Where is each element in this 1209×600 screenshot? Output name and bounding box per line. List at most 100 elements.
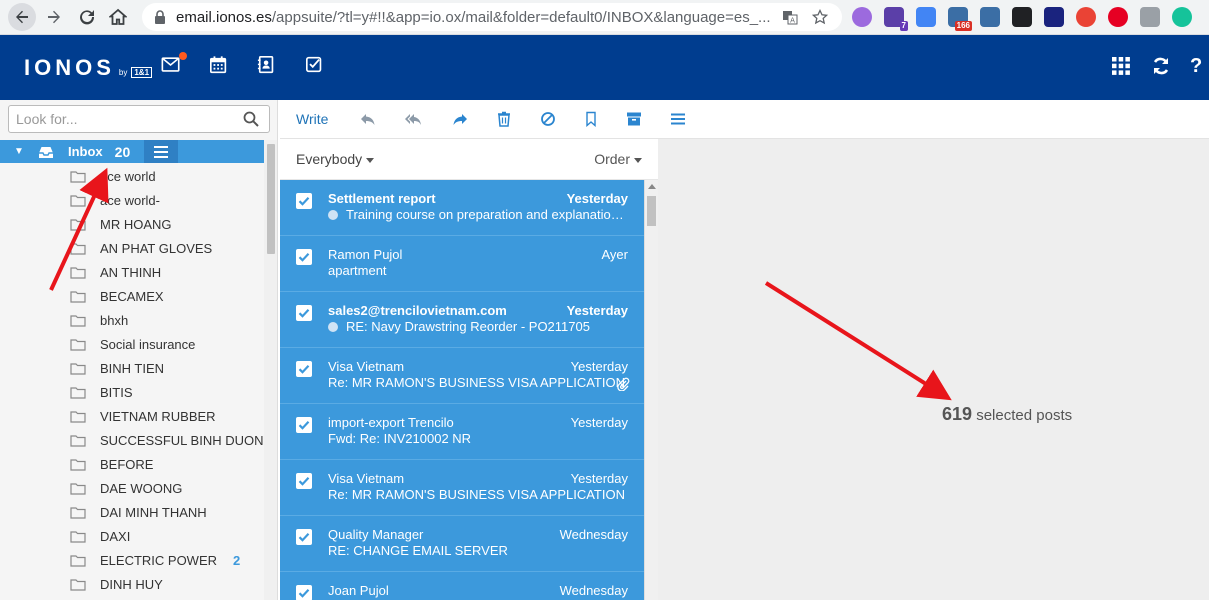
folder-item[interactable]: Social insurance [70,332,195,356]
mail-row[interactable]: Visa Vietnam Yesterday Re: MR RAMON'S BUSI… [280,348,644,404]
sort-dropdown[interactable]: Order [594,151,642,167]
mail-subject: Re: MR RAMON'S BUSINESS VISA APPLICATION [328,375,628,390]
back-button[interactable] [8,3,36,31]
notification-dot [179,52,187,60]
folder-menu-button[interactable] [144,140,179,163]
folder-item[interactable]: BECAMEX [70,284,164,308]
folder-item[interactable]: DINH HUY [70,572,163,596]
app-header: IONOS by 1&1 ? [0,35,1209,100]
select-checkbox[interactable] [296,361,312,377]
search-input[interactable]: Look for... [8,105,270,133]
folder-item[interactable]: AN PHAT GLOVES [70,236,212,260]
folder-inbox[interactable]: ▼ Inbox 20 [0,140,264,163]
reply-icon[interactable] [360,111,376,127]
folder-label: BINH TIEN [100,360,165,376]
ext-translate-icon[interactable] [916,7,936,27]
folder-item[interactable]: ace world [70,164,156,188]
folder-item[interactable]: MR HOANG [70,212,172,236]
reply-all-icon[interactable] [405,111,421,127]
more-menu-icon[interactable] [671,111,687,127]
filter-dropdown[interactable]: Everybody [296,151,375,167]
folder-icon [70,290,86,303]
delete-icon[interactable] [496,111,512,127]
flag-icon[interactable] [583,111,599,127]
mail-row[interactable]: Ramon Pujol Ayer apartment [280,236,644,292]
mail-row[interactable]: sales2@trencilovietnam.com Yesterday RE: N… [280,292,644,348]
scrollbar-thumb[interactable] [647,196,656,226]
forward-icon[interactable] [452,111,468,127]
mail-subject: RE: CHANGE EMAIL SERVER [328,543,628,558]
bookmark-star-icon[interactable] [811,8,829,25]
ext-mail-counter-icon[interactable]: 166 [948,7,972,31]
folder-item[interactable]: VIETNAM RUBBER [70,404,216,428]
ext-pinterest-icon[interactable] [1108,7,1128,27]
mail-row[interactable]: Joan Pujol Wednesday [280,572,644,600]
ext-graduation-icon[interactable]: 7 [884,7,908,31]
contacts-app-button[interactable] [257,55,279,77]
select-checkbox[interactable] [296,305,312,321]
folder-item[interactable]: AN THINH [70,260,161,284]
folder-item[interactable]: DAE WOONG [70,476,182,500]
apps-grid-button[interactable] [1112,57,1134,79]
archive-icon[interactable] [626,111,642,127]
calendar-app-button[interactable] [209,55,231,77]
ext-grammarly-icon[interactable] [1172,7,1192,27]
select-checkbox[interactable] [296,193,312,209]
folder-icon [70,578,86,591]
mail-row[interactable]: Visa Vietnam Yesterday Re: MR RAMON'S BUSI… [280,460,644,516]
mail-row[interactable]: Settlement report Yesterday Training cours… [280,180,644,236]
ext-puzzle-icon[interactable] [980,7,1000,27]
tasks-app-button[interactable] [305,55,327,77]
scroll-up-icon[interactable] [648,184,656,189]
ionos-logo[interactable]: IONOS by 1&1 [24,55,153,81]
ext-sync-icon[interactable] [1012,7,1032,27]
hamburger-icon [154,145,169,158]
scrollbar-thumb[interactable] [267,144,275,254]
refresh-button[interactable] [1152,57,1174,79]
mail-row[interactable]: Quality Manager Wednesday RE: CHANGE EMAIL… [280,516,644,572]
folder-item[interactable]: DAI MINH THANH [70,500,207,524]
select-checkbox[interactable] [296,473,312,489]
sidebar-scrollbar[interactable] [264,140,277,600]
ext-ip-icon[interactable] [1044,7,1064,27]
ext-colorwheel-icon[interactable] [1076,7,1096,27]
folder-icon [70,554,86,567]
select-checkbox[interactable] [296,585,312,600]
attachment-icon [617,377,630,391]
folder-item[interactable]: BINH TIEN [70,356,164,380]
address-bar[interactable]: email.ionos.es/appsuite/?tl=y#!!&app=io.… [142,3,842,31]
select-checkbox[interactable] [296,529,312,545]
folder-item[interactable]: bhxh [70,308,128,332]
select-checkbox[interactable] [296,417,312,433]
mail-sender: import-export Trencilo [328,415,454,430]
mail-app-button[interactable] [161,52,187,77]
spam-icon[interactable] [540,111,556,127]
folder-label: ace world- [100,192,160,208]
folder-item[interactable]: BITIS [70,380,133,404]
home-button[interactable] [104,3,132,31]
folder-item[interactable]: SUCCESSFUL BINH DUON [70,428,263,452]
folder-icon [70,410,86,423]
reload-button[interactable] [73,3,101,31]
help-button[interactable]: ? [1190,55,1209,77]
search-icon[interactable] [243,111,259,127]
folder-icon [70,170,86,183]
translate-icon[interactable]: A [782,9,798,25]
expand-caret-icon[interactable]: ▼ [14,146,26,157]
mail-sender: Ramon Pujol [328,247,403,262]
ext-purple-circle-icon[interactable] [852,7,872,27]
mail-list-scrollbar[interactable] [644,180,658,600]
write-button[interactable]: Write [296,111,328,127]
folder-sidebar: Look for... ▼ Inbox 20 ace world ace worl… [0,100,278,600]
mail-row[interactable]: import-export Trencilo Yesterday Fwd: Re: … [280,404,644,460]
folder-item[interactable]: ace world- [70,188,160,212]
lock-icon [155,10,165,24]
folder-item[interactable]: ELECTRIC POWER 2 [70,548,240,572]
browser-toolbar: email.ionos.es/appsuite/?tl=y#!!&app=io.… [0,0,1209,35]
detail-pane: 619 selected posts [658,139,1209,600]
select-checkbox[interactable] [296,249,312,265]
folder-item[interactable]: BEFORE [70,452,153,476]
folder-item[interactable]: DAXI [70,524,130,548]
forward-button[interactable] [40,3,68,31]
ext-bolt-icon[interactable] [1140,7,1160,27]
